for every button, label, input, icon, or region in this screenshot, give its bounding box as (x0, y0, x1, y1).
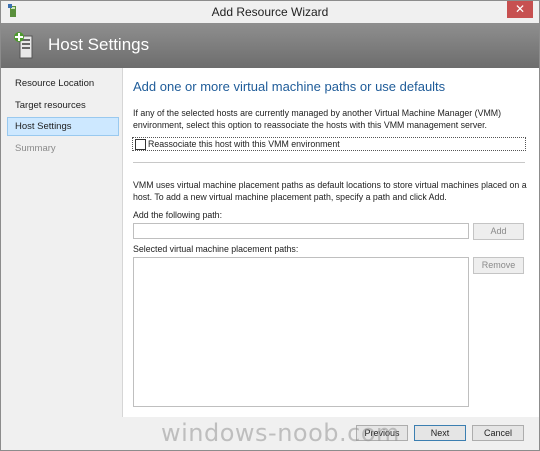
reassociate-label[interactable]: Reassociate this host with this VMM envi… (148, 138, 340, 150)
remove-button[interactable]: Remove (473, 257, 524, 274)
nav-item-summary: Summary (15, 143, 56, 154)
reassociate-checkbox[interactable] (135, 139, 146, 150)
add-path-label: Add the following path: (133, 210, 223, 220)
nav-item-host-settings[interactable]: Host Settings (7, 117, 119, 136)
window-title: Add Resource Wizard (211, 5, 329, 19)
page-title: Host Settings (48, 35, 150, 54)
nav-item-resource-location[interactable]: Resource Location (7, 74, 119, 93)
cancel-button[interactable]: Cancel (472, 425, 524, 441)
add-button[interactable]: Add (473, 223, 524, 240)
selected-paths-label: Selected virtual machine placement paths… (133, 244, 299, 254)
wizard-header: Host Settings (1, 23, 539, 68)
selected-paths-list[interactable] (133, 257, 469, 407)
add-path-input[interactable] (133, 223, 469, 239)
nav-item-target-resources[interactable]: Target resources (7, 96, 119, 115)
title-bar[interactable]: Add Resource Wizard ✕ (1, 1, 539, 23)
close-button[interactable]: ✕ (507, 1, 533, 18)
server-settings-icon (13, 31, 37, 59)
reassociate-option[interactable]: Reassociate this host with this VMM envi… (132, 137, 526, 151)
next-button[interactable]: Next (414, 425, 466, 441)
watermark: windows-noob.com (161, 419, 400, 447)
wizard-window: Add Resource Wizard ✕ Host Settings Reso… (0, 0, 540, 451)
main-content: Add one or more virtual machine paths or… (123, 68, 539, 417)
section-heading: Add one or more virtual machine paths or… (133, 79, 446, 94)
intro-text: If any of the selected hosts are current… (133, 108, 502, 130)
divider (133, 162, 525, 163)
wizard-steps-nav: Resource Location Target resources Host … (1, 68, 123, 417)
vmm-info-text: VMM uses virtual machine placement paths… (133, 180, 527, 202)
